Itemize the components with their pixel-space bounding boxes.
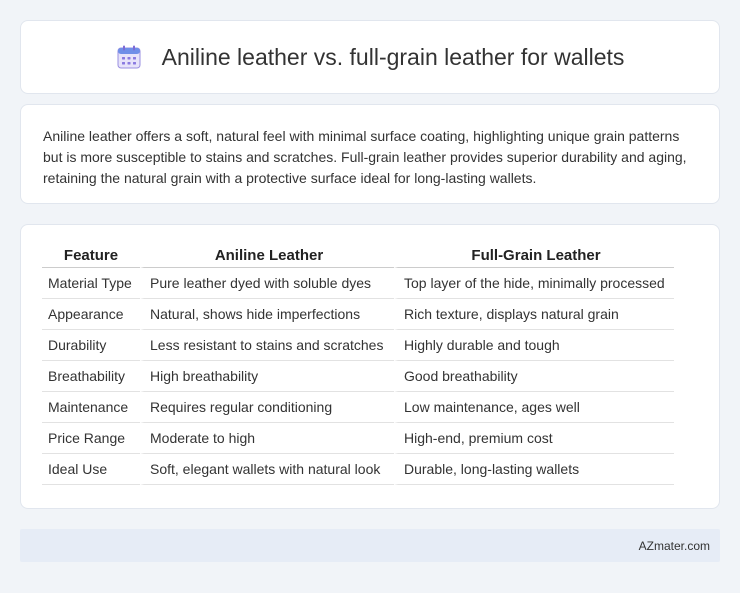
feature-cell: Durability bbox=[42, 330, 140, 361]
title-card: Aniline leather vs. full-grain leather f… bbox=[20, 20, 720, 94]
full-grain-cell: Highly durable and tough bbox=[394, 330, 674, 361]
column-header-full-grain: Full-Grain Leather bbox=[394, 247, 674, 268]
aniline-cell: Natural, shows hide imperfections bbox=[140, 299, 394, 330]
aniline-cell: Less resistant to stains and scratches bbox=[140, 330, 394, 361]
full-grain-cell: Top layer of the hide, minimally process… bbox=[394, 268, 674, 299]
aniline-cell: Soft, elegant wallets with natural look bbox=[140, 454, 394, 485]
full-grain-cell: Good breathability bbox=[394, 361, 674, 392]
table-row: Ideal Use Soft, elegant wallets with nat… bbox=[42, 454, 674, 485]
table-row: Maintenance Requires regular conditionin… bbox=[42, 392, 674, 423]
feature-cell: Price Range bbox=[42, 423, 140, 454]
calendar-icon bbox=[117, 45, 141, 69]
feature-cell: Ideal Use bbox=[42, 454, 140, 485]
column-header-aniline: Aniline Leather bbox=[140, 247, 394, 268]
table-header-row: Feature Aniline Leather Full-Grain Leath… bbox=[42, 247, 674, 268]
table-row: Durability Less resistant to stains and … bbox=[42, 330, 674, 361]
page-title: Aniline leather vs. full-grain leather f… bbox=[161, 43, 625, 70]
summary-text: Aniline leather offers a soft, natural f… bbox=[43, 128, 687, 186]
full-grain-cell: Durable, long-lasting wallets bbox=[394, 454, 674, 485]
feature-cell: Maintenance bbox=[42, 392, 140, 423]
full-grain-cell: High-end, premium cost bbox=[394, 423, 674, 454]
comparison-table-card: Feature Aniline Leather Full-Grain Leath… bbox=[20, 224, 720, 509]
full-grain-cell: Rich texture, displays natural grain bbox=[394, 299, 674, 330]
aniline-cell: Pure leather dyed with soluble dyes bbox=[140, 268, 394, 299]
aniline-cell: Requires regular conditioning bbox=[140, 392, 394, 423]
feature-cell: Appearance bbox=[42, 299, 140, 330]
feature-cell: Breathability bbox=[42, 361, 140, 392]
table-row: Price Range Moderate to high High-end, p… bbox=[42, 423, 674, 454]
table-row: Material Type Pure leather dyed with sol… bbox=[42, 268, 674, 299]
table-row: Breathability High breathability Good br… bbox=[42, 361, 674, 392]
full-grain-cell: Low maintenance, ages well bbox=[394, 392, 674, 423]
aniline-cell: High breathability bbox=[140, 361, 394, 392]
footer: AZmater.com bbox=[20, 529, 720, 562]
footer-site-link[interactable]: AZmater.com bbox=[639, 539, 710, 553]
aniline-cell: Moderate to high bbox=[140, 423, 394, 454]
column-header-feature: Feature bbox=[42, 247, 140, 268]
summary-card: Aniline leather offers a soft, natural f… bbox=[20, 104, 720, 204]
comparison-table: Feature Aniline Leather Full-Grain Leath… bbox=[42, 247, 674, 485]
table-row: Appearance Natural, shows hide imperfect… bbox=[42, 299, 674, 330]
feature-cell: Material Type bbox=[42, 268, 140, 299]
